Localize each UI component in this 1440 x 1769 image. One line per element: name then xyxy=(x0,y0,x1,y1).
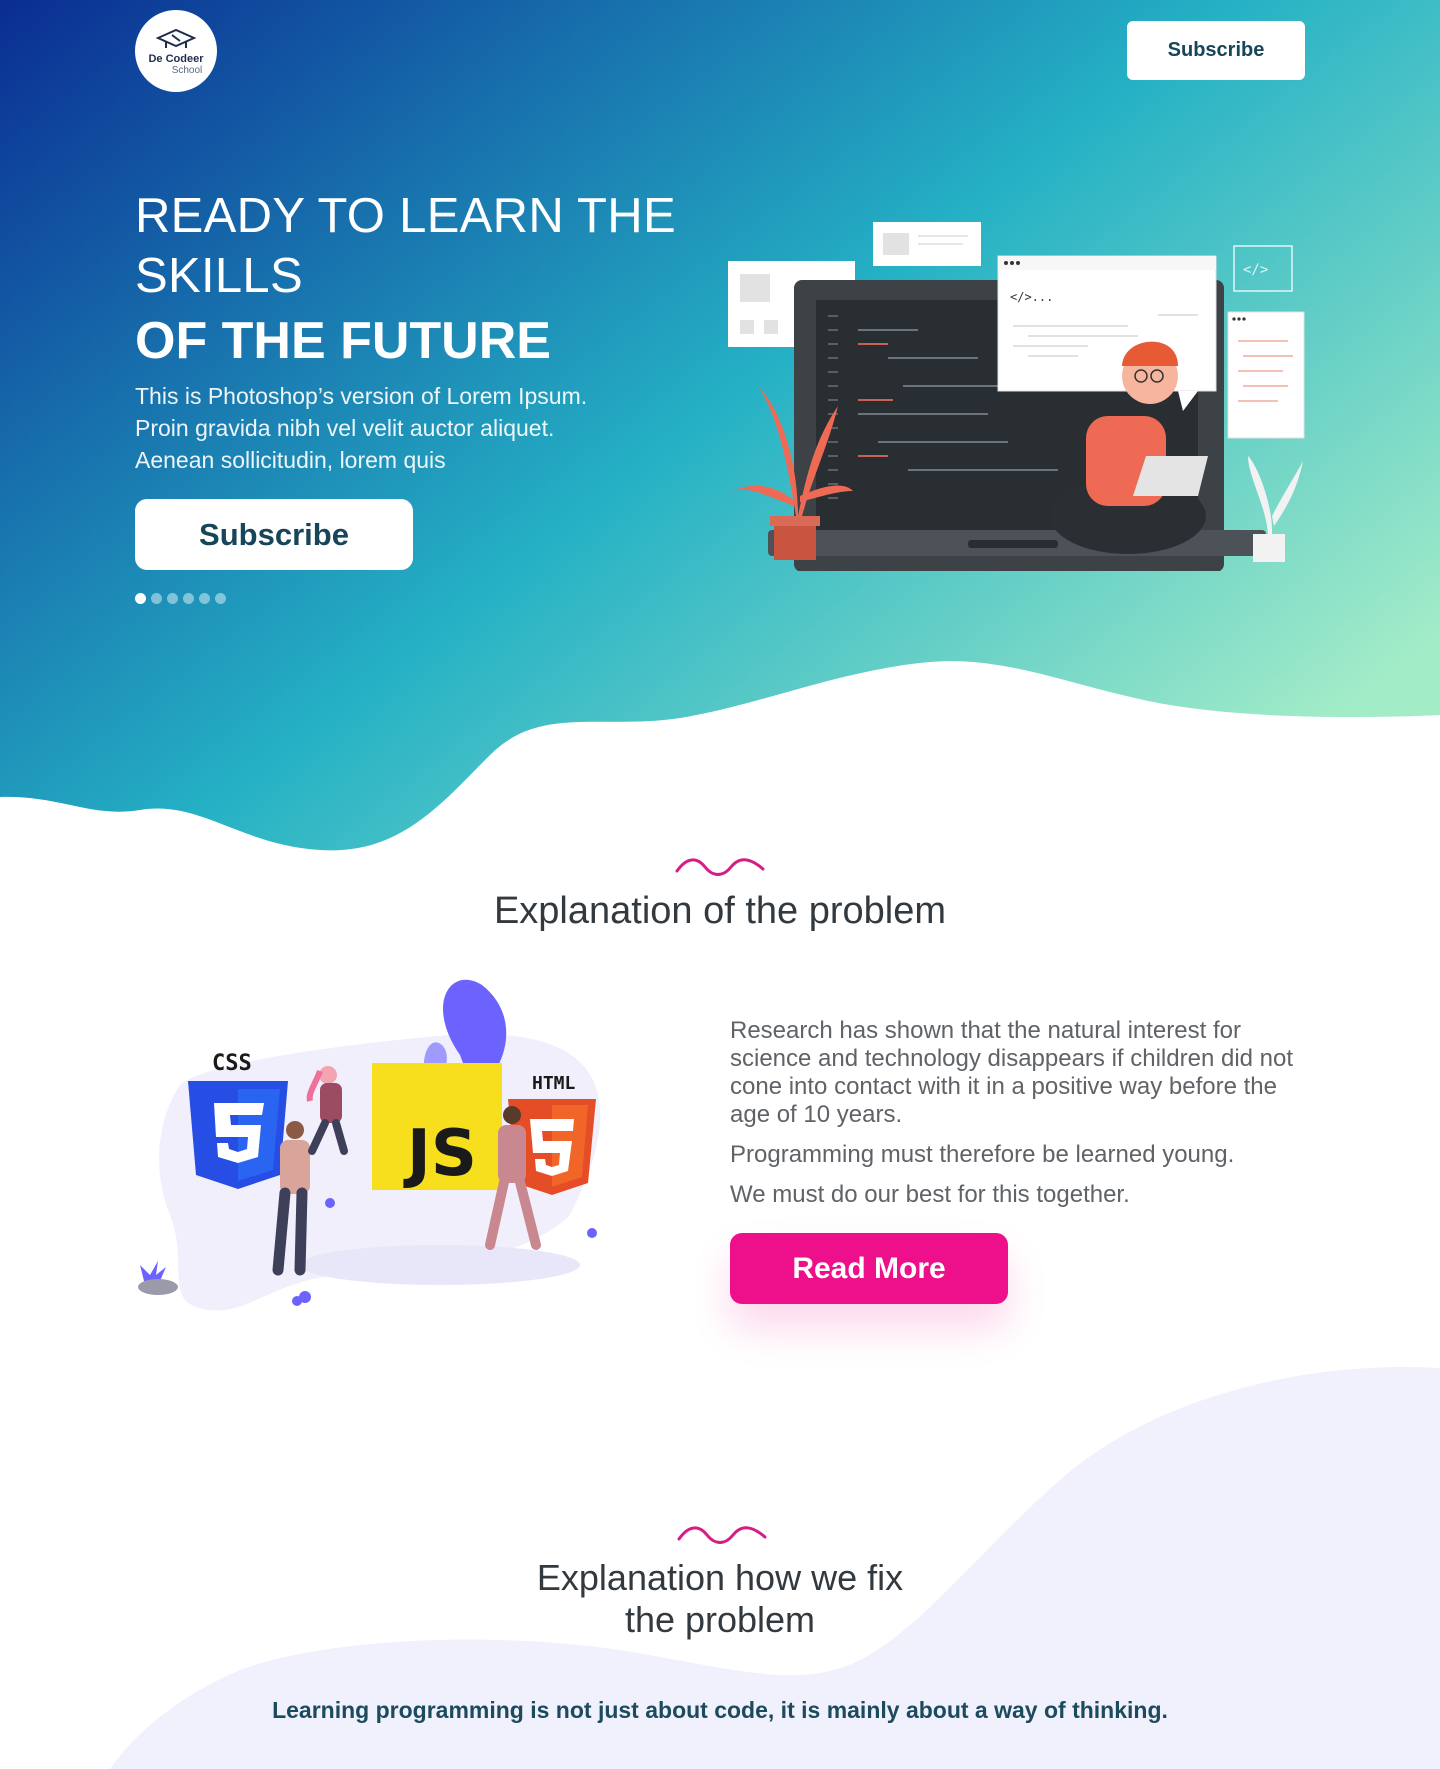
js-label: JS xyxy=(403,1117,477,1191)
logo[interactable]: De Codeer School xyxy=(135,10,217,92)
landing-page: De Codeer School Subscribe READY TO LEAR… xyxy=(0,0,1440,1769)
hero-description-line3: Aenean sollicitudin, lorem quis xyxy=(135,447,446,473)
code-snippet-label: </>... xyxy=(1010,290,1053,304)
code-icon-label: </> xyxy=(1243,262,1268,278)
carousel-dot-4[interactable] xyxy=(183,593,194,604)
solution-section-title: Explanation how we fix the problem xyxy=(0,1557,1440,1641)
header-subscribe-button[interactable]: Subscribe xyxy=(1127,21,1305,80)
hero-title: READY TO LEARN THE SKILLS xyxy=(135,186,695,306)
solution-title-line1: Explanation how we fix xyxy=(536,1557,904,1598)
graduation-cap-icon xyxy=(155,28,197,48)
web-technologies-illustration: JS CSS HTML xyxy=(138,979,601,1311)
hero-description: This is Photoshop’s version of Lorem Ips… xyxy=(135,380,655,476)
problem-paragraph-1: Research has shown that the natural inte… xyxy=(730,1017,1294,1128)
html-label: HTML xyxy=(532,1073,576,1094)
hero-subscribe-button[interactable]: Subscribe xyxy=(135,499,413,570)
problem-description: Research has shown that the natural inte… xyxy=(730,1017,1310,1221)
carousel-indicator xyxy=(135,593,226,604)
carousel-dot-3[interactable] xyxy=(167,593,178,604)
css-label: CSS xyxy=(212,1051,252,1076)
solution-title-line2: the problem xyxy=(624,1599,816,1640)
carousel-dot-5[interactable] xyxy=(199,593,210,604)
problem-section-title: Explanation of the problem xyxy=(493,890,947,932)
carousel-dot-1[interactable] xyxy=(135,593,146,604)
logo-text-primary: De Codeer xyxy=(148,53,204,65)
logo-text-secondary: School xyxy=(171,65,203,76)
hero-description-line2: Proin gravida nibh vel velit auctor aliq… xyxy=(135,415,555,441)
hero-title-line1: READY TO LEARN THE xyxy=(135,189,676,243)
squiggle-decoration-icon xyxy=(677,1526,767,1544)
read-more-button[interactable]: Read More xyxy=(730,1233,1008,1304)
developer-illustration: </>... </> xyxy=(728,222,1305,571)
carousel-dot-2[interactable] xyxy=(151,593,162,604)
carousel-dot-6[interactable] xyxy=(215,593,226,604)
hero-description-line1: This is Photoshop’s version of Lorem Ips… xyxy=(135,383,588,409)
solution-subtitle: Learning programming is not just about c… xyxy=(272,1697,1168,1723)
hero-title-emphasis: OF THE FUTURE xyxy=(135,312,551,370)
problem-paragraph-3: We must do our best for this together. xyxy=(730,1181,1130,1208)
problem-paragraph-2: Programming must therefore be learned yo… xyxy=(730,1141,1235,1168)
squiggle-decoration-icon xyxy=(675,858,765,876)
hero-title-line2: SKILLS xyxy=(135,249,303,303)
